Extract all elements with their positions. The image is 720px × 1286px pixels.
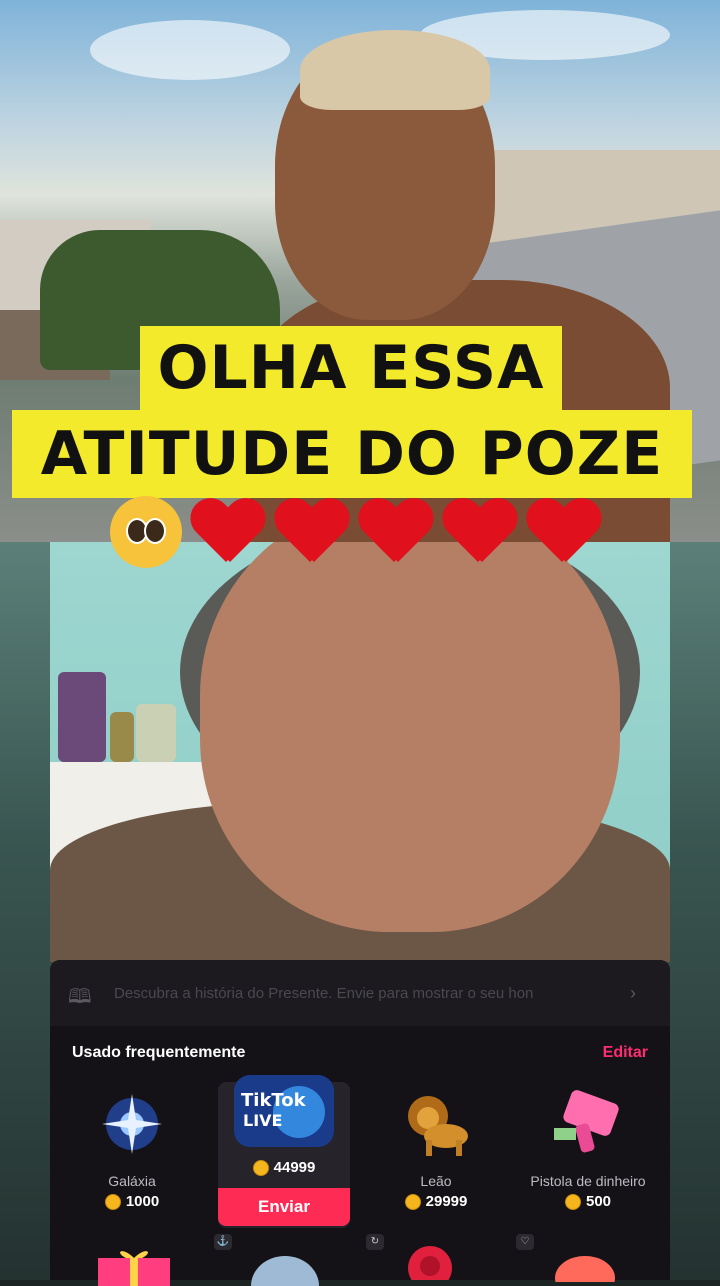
- edit-button[interactable]: Editar: [603, 1044, 648, 1062]
- lower-video-frame: [50, 542, 670, 962]
- send-gift-button[interactable]: Enviar: [218, 1188, 350, 1226]
- coin-icon: [252, 1159, 269, 1176]
- gift-price: 44999: [210, 1159, 358, 1176]
- gift-name: Pistola de dinheiro: [530, 1173, 646, 1189]
- section-title: Usado frequentemente: [72, 1044, 246, 1061]
- pleading-face-icon: [110, 496, 182, 568]
- web-gift-icon[interactable]: [250, 1250, 320, 1286]
- gift-price: 500: [514, 1193, 662, 1210]
- red-heart-icon: [274, 496, 350, 568]
- gift-box-icon[interactable]: [96, 1246, 172, 1286]
- cloud: [90, 20, 290, 80]
- person-face: [200, 542, 620, 932]
- coin-icon: [104, 1193, 121, 1210]
- gift-item[interactable]: Pistola de dinheiro 500: [514, 1082, 662, 1210]
- gift-row-2: ⚓ ↻ ♡: [50, 1230, 670, 1286]
- money-gun-gift-icon: [554, 1090, 619, 1153]
- heart-gift-icon[interactable]: [550, 1252, 620, 1282]
- lion-gift-icon: [408, 1096, 468, 1156]
- gift-panel: 🕮 Descubra a história do Presente. Envie…: [50, 960, 670, 1286]
- gift-price: 29999: [362, 1193, 510, 1210]
- red-heart-icon: [442, 496, 518, 568]
- refresh-tag-icon: ↻: [366, 1234, 384, 1250]
- jar: [136, 704, 176, 762]
- jar: [58, 672, 106, 762]
- red-heart-icon: [190, 496, 266, 568]
- red-heart-icon: [526, 496, 602, 568]
- banner-text: Descubra a história do Presente. Envie p…: [114, 984, 534, 1002]
- caption-line-2: ATITUDE DO POZE: [12, 410, 692, 498]
- jar: [110, 712, 134, 762]
- gift-price: 1000: [58, 1193, 206, 1210]
- gift-item[interactable]: Galáxia 1000: [58, 1082, 206, 1210]
- gift-item[interactable]: Leão 29999: [362, 1082, 510, 1210]
- emoji-row: [110, 496, 630, 570]
- gift-name: Leão: [420, 1173, 452, 1189]
- svg-text:LIVE: LIVE: [243, 1111, 282, 1130]
- pinned-tag-icon: ⚓: [214, 1234, 232, 1250]
- gift-item[interactable]: TikTok LIVE 44999: [210, 1075, 358, 1176]
- svg-text:TikTok: TikTok: [241, 1090, 307, 1111]
- caption-line-1: OLHA ESSA: [140, 326, 562, 410]
- gift-story-banner[interactable]: 🕮 Descubra a história do Presente. Envie…: [50, 960, 670, 1026]
- heart-tag-icon: ♡: [516, 1234, 534, 1250]
- tiktok-live-gift-icon: TikTok LIVE: [234, 1075, 334, 1147]
- book-icon: 🕮: [68, 986, 92, 1008]
- rose-gift-icon[interactable]: [400, 1244, 460, 1280]
- gift-name: Galáxia: [108, 1173, 156, 1189]
- coin-icon: [564, 1193, 581, 1210]
- person-hair: [300, 30, 490, 110]
- galaxy-gift-icon: [102, 1094, 162, 1154]
- chevron-right-icon: ›: [630, 982, 636, 1003]
- coin-icon: [404, 1193, 421, 1210]
- red-heart-icon: [358, 496, 434, 568]
